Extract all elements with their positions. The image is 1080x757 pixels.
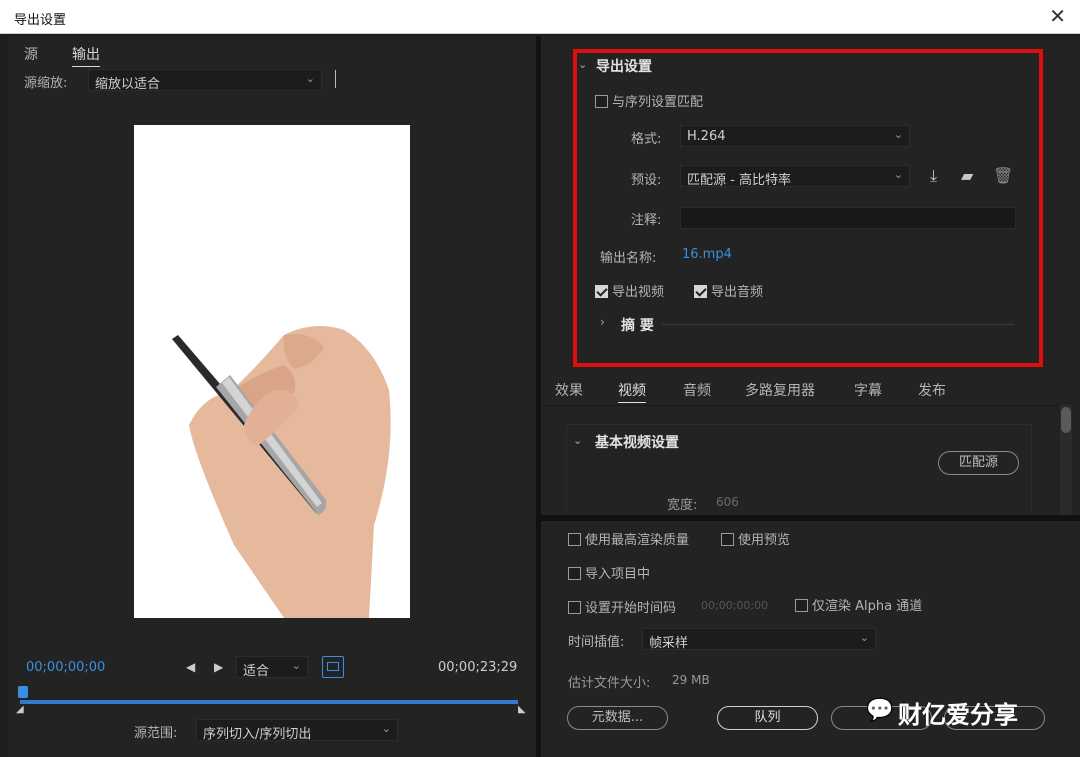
alpha-only-checkbox[interactable]: 仅渲染 Alpha 通道 bbox=[795, 595, 922, 614]
checkbox-icon bbox=[568, 567, 581, 580]
source-scale-label: 源缩放: bbox=[24, 76, 68, 91]
tab-source[interactable]: 源 bbox=[24, 44, 38, 64]
timecode-duration: 00;00;23;29 bbox=[438, 660, 518, 675]
highlight-frame bbox=[573, 49, 1043, 367]
width-label: 宽度: bbox=[667, 498, 698, 513]
checkbox-icon bbox=[795, 599, 808, 612]
alpha-only-label: 仅渲染 Alpha 通道 bbox=[812, 599, 923, 614]
import-project-checkbox[interactable]: 导入项目中 bbox=[568, 563, 650, 582]
file-size-value: 29 MB bbox=[672, 673, 710, 687]
tab-effects[interactable]: 效果 bbox=[555, 380, 583, 400]
tab-video[interactable]: 视频 bbox=[618, 380, 646, 403]
interpolation-dropdown[interactable]: 帧采样 ⌄ bbox=[642, 628, 876, 651]
chevron-down-icon: ⌄ bbox=[291, 659, 301, 672]
source-scale-value: 缩放以适合 bbox=[95, 77, 161, 92]
chevron-down-icon: ⌄ bbox=[305, 72, 315, 85]
timecode-current[interactable]: 00;00;00;00 bbox=[26, 660, 105, 675]
tab-multiplexer[interactable]: 多路复用器 bbox=[745, 380, 815, 400]
use-preview-checkbox[interactable]: 使用预览 bbox=[721, 529, 790, 548]
in-point-icon[interactable]: ◢ bbox=[16, 704, 24, 715]
fit-dropdown[interactable]: 适合 ⌄ bbox=[236, 656, 308, 679]
max-render-label: 使用最高渲染质量 bbox=[585, 533, 690, 548]
use-preview-label: 使用预览 bbox=[738, 533, 791, 548]
tab-output[interactable]: 输出 bbox=[72, 44, 100, 67]
tab-divider bbox=[541, 405, 1061, 406]
out-point-icon[interactable]: ◣ bbox=[518, 704, 526, 715]
queue-button[interactable]: 队列 bbox=[717, 706, 818, 730]
width-value[interactable]: 606 bbox=[716, 495, 739, 509]
checkbox-icon bbox=[568, 601, 581, 614]
file-size-label: 估计文件大小: bbox=[568, 676, 651, 691]
set-start-tc-label: 设置开始时间码 bbox=[585, 601, 677, 616]
window-title: 导出设置 bbox=[14, 13, 67, 28]
step-forward-icon[interactable]: ▶ bbox=[214, 660, 223, 674]
import-project-label: 导入项目中 bbox=[585, 567, 651, 582]
title-bar: 导出设置 ✕ bbox=[0, 0, 1080, 34]
checkbox-icon bbox=[568, 533, 581, 546]
collapse-icon[interactable]: ⌄ bbox=[573, 434, 582, 447]
tab-publish[interactable]: 发布 bbox=[918, 380, 946, 400]
tab-audio[interactable]: 音频 bbox=[683, 380, 711, 400]
source-scale-dropdown[interactable]: 缩放以适合 ⌄ bbox=[88, 69, 322, 92]
set-start-tc-checkbox[interactable]: 设置开始时间码 bbox=[568, 597, 676, 616]
source-range-value: 序列切入/序列切出 bbox=[203, 727, 312, 742]
timeline-bar[interactable] bbox=[20, 700, 518, 704]
metadata-button[interactable]: 元数据... bbox=[567, 706, 668, 730]
close-icon[interactable]: ✕ bbox=[1049, 4, 1066, 28]
start-timecode: 00;00;00;00 bbox=[701, 599, 769, 612]
video-preview bbox=[134, 125, 410, 618]
chevron-down-icon: ⌄ bbox=[859, 631, 869, 644]
fit-value: 适合 bbox=[243, 664, 270, 679]
step-back-icon[interactable]: ◀ bbox=[186, 660, 195, 674]
checkbox-icon bbox=[721, 533, 734, 546]
match-source-button[interactable]: 匹配源 bbox=[938, 451, 1019, 475]
scrollbar[interactable] bbox=[1060, 405, 1072, 515]
playhead-icon[interactable] bbox=[18, 686, 28, 698]
wechat-icon: 💬 bbox=[866, 698, 894, 723]
preview-panel: 源 输出 源缩放: 缩放以适合 ⌄ 00;00;00;00 ◀ ▶ 适合 ⌄ 0… bbox=[8, 36, 536, 757]
basic-video-title: 基本视频设置 bbox=[595, 435, 679, 451]
tab-captions[interactable]: 字幕 bbox=[854, 380, 882, 400]
chevron-down-icon: ⌄ bbox=[381, 722, 391, 735]
panel-splitter[interactable] bbox=[541, 515, 1080, 521]
interpolation-label: 时间插值: bbox=[568, 635, 625, 650]
divider bbox=[335, 70, 336, 88]
watermark-text: 财亿爱分享 bbox=[898, 701, 1018, 729]
source-range-label: 源范围: bbox=[134, 726, 178, 741]
interpolation-value: 帧采样 bbox=[649, 636, 689, 651]
watermark: 💬 财亿爱分享 bbox=[862, 692, 1048, 730]
max-render-checkbox[interactable]: 使用最高渲染质量 bbox=[568, 529, 689, 548]
hand-pen-illustration bbox=[172, 326, 391, 618]
crop-toggle-icon[interactable] bbox=[322, 656, 344, 678]
source-range-dropdown[interactable]: 序列切入/序列切出 ⌄ bbox=[196, 719, 398, 742]
